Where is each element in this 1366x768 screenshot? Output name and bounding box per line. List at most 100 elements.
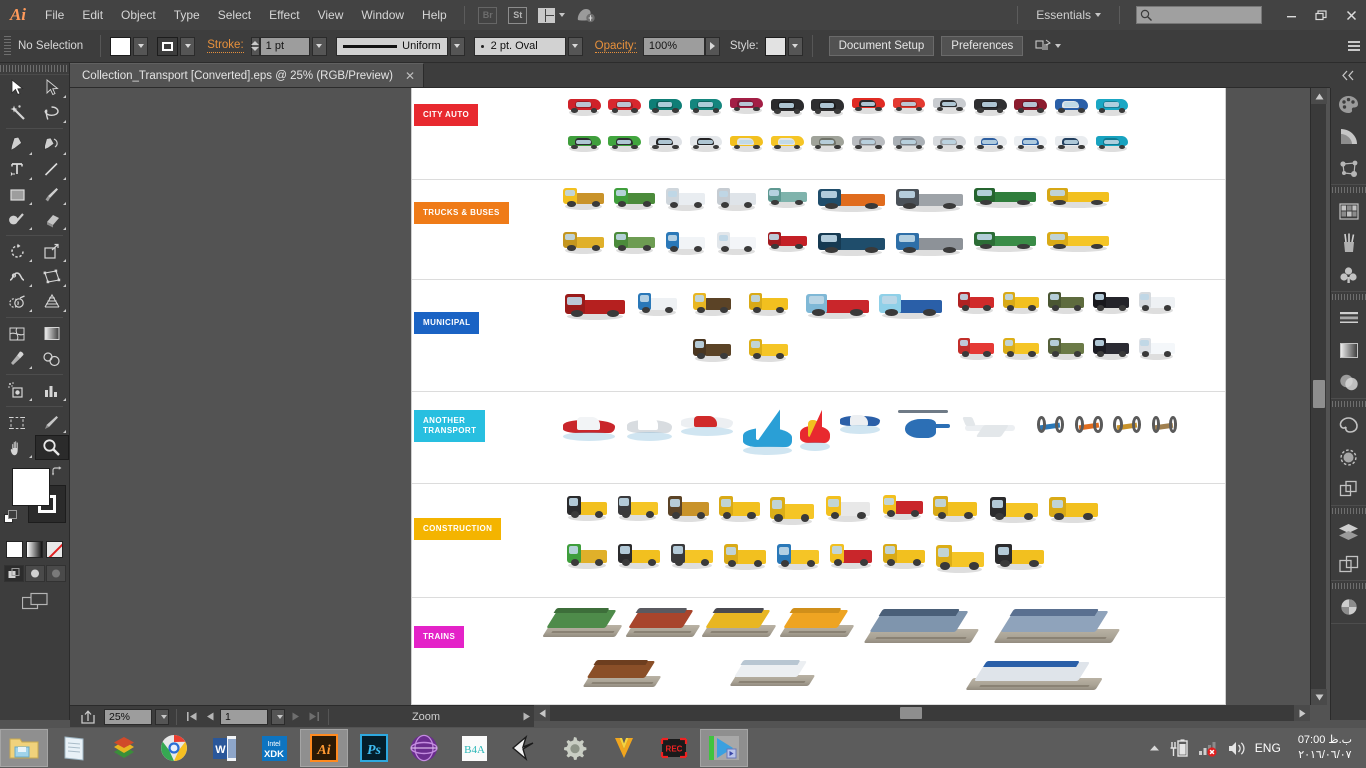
stroke-panel-icon[interactable] — [1331, 302, 1366, 334]
pen-tool[interactable] — [0, 132, 35, 157]
vehicle-car[interactable] — [1095, 96, 1129, 116]
vehicle-truck[interactable] — [670, 540, 714, 569]
menu-effect[interactable]: Effect — [260, 0, 308, 30]
vehicle-truck[interactable] — [935, 540, 984, 573]
taskbar-file-explorer[interactable] — [0, 729, 48, 767]
vehicle-train[interactable] — [863, 602, 980, 643]
vehicle-train[interactable] — [965, 654, 1103, 691]
category-label-trains[interactable]: TRAINS — [414, 626, 465, 648]
vehicle-car[interactable] — [811, 96, 845, 117]
vehicle-car[interactable] — [1014, 134, 1048, 153]
category-label-construction[interactable]: CONSTRUCTION — [414, 518, 502, 540]
gradient-button[interactable] — [26, 541, 43, 558]
clock[interactable]: 07:00 ب.ظ ٢٠١٦/٠٦/٠٧ — [1290, 733, 1360, 763]
scroll-up-button[interactable] — [1311, 88, 1327, 104]
first-artboard-button[interactable] — [184, 709, 199, 725]
taskbar-photoshop[interactable]: Ps — [350, 729, 398, 767]
vehicle-truck[interactable] — [749, 290, 788, 317]
vehicle-truck[interactable] — [818, 230, 885, 257]
document-setup-button[interactable]: Document Setup — [828, 36, 935, 56]
direct-selection-tool[interactable] — [35, 75, 70, 100]
close-button[interactable] — [1336, 2, 1366, 28]
draw-inside-button[interactable] — [45, 565, 66, 582]
brush-definition-dropdown[interactable] — [567, 36, 583, 56]
artboard-category-row[interactable]: TRAINS — [412, 598, 1225, 705]
vehicle-plane[interactable] — [961, 408, 1023, 442]
vehicle-boat[interactable] — [626, 408, 672, 441]
battery-icon[interactable] — [1169, 739, 1189, 757]
stroke-weight-dropdown[interactable] — [311, 36, 327, 56]
arrange-documents-button[interactable] — [535, 4, 569, 26]
toolbar-fill-swatch[interactable] — [12, 468, 50, 506]
vehicle-truck[interactable] — [1138, 336, 1175, 360]
previous-artboard-button[interactable] — [202, 709, 217, 725]
vehicle-truck[interactable] — [716, 230, 757, 255]
screen-mode-button[interactable] — [0, 584, 69, 610]
vehicle-train[interactable] — [542, 602, 624, 637]
tools-panel-grip[interactable] — [0, 63, 69, 75]
curvature-tool[interactable] — [35, 132, 70, 157]
next-artboard-button[interactable] — [288, 709, 303, 725]
stroke-dropdown[interactable] — [180, 36, 196, 56]
vehicle-truck[interactable] — [973, 230, 1036, 253]
vehicle-truck[interactable] — [1047, 186, 1110, 209]
taskbar-settings[interactable] — [550, 729, 598, 767]
vehicle-car[interactable] — [973, 134, 1007, 153]
vehicle-truck[interactable] — [1048, 336, 1085, 360]
vehicle-car[interactable] — [649, 96, 682, 116]
scroll-right-button[interactable] — [1294, 705, 1310, 721]
transparency-panel-icon[interactable] — [1331, 366, 1366, 398]
taskbar-media-player[interactable] — [700, 729, 748, 767]
vehicle-truck[interactable] — [896, 230, 963, 257]
vehicle-car[interactable] — [649, 134, 682, 153]
opacity-field[interactable]: 100% — [642, 36, 705, 56]
symbols-library-icon[interactable] — [1331, 259, 1366, 291]
vehicle-car[interactable] — [608, 96, 642, 116]
last-artboard-button[interactable] — [306, 709, 321, 725]
vehicle-car[interactable] — [892, 134, 926, 153]
eraser-tool[interactable] — [35, 207, 70, 232]
artboard-category-row[interactable]: ANOTHER TRANSPORT — [412, 392, 1225, 484]
search-input[interactable] — [1136, 6, 1262, 24]
mesh-tool[interactable] — [0, 321, 35, 346]
taskbar-basic4android[interactable]: B4A — [450, 729, 498, 767]
horizontal-scroll-thumb[interactable] — [900, 707, 922, 719]
layers-panel-icon[interactable] — [1331, 516, 1366, 548]
color-guide-panel-icon[interactable] — [1331, 120, 1366, 152]
line-segment-tool[interactable] — [35, 157, 70, 182]
horizontal-scrollbar[interactable] — [534, 705, 1310, 721]
vehicle-truck[interactable] — [617, 492, 659, 521]
scroll-down-button[interactable] — [1311, 689, 1327, 705]
taskbar-word[interactable]: W — [200, 729, 248, 767]
language-indicator[interactable]: ENG — [1255, 741, 1281, 755]
vehicle-sail[interactable] — [742, 408, 793, 456]
vehicle-truck[interactable] — [1138, 290, 1175, 314]
vehicle-truck[interactable] — [614, 186, 655, 210]
vehicle-truck[interactable] — [666, 186, 706, 211]
rectangle-tool[interactable] — [0, 182, 35, 207]
artboard-page[interactable]: CITY AUTO TRUCKS & BUSES MUNICIPAL ANOTHER T… — [412, 88, 1225, 705]
vehicle-truck[interactable] — [805, 290, 869, 319]
panel-collapse-button[interactable] — [1330, 63, 1366, 88]
eyedropper-tool[interactable] — [0, 346, 35, 371]
vehicle-truck[interactable] — [1093, 336, 1130, 360]
document-tab[interactable]: Collection_Transport [Converted].eps @ 2… — [70, 63, 425, 87]
vehicle-car[interactable] — [1055, 96, 1088, 116]
vehicle-truck[interactable] — [973, 186, 1036, 209]
vehicle-car[interactable] — [770, 134, 804, 153]
vehicle-truck[interactable] — [829, 540, 873, 569]
vehicle-sail[interactable] — [800, 408, 830, 452]
vehicle-car[interactable] — [933, 96, 966, 115]
category-label-municipal[interactable]: MUNICIPAL — [414, 312, 480, 334]
vehicle-truck[interactable] — [989, 492, 1039, 524]
vehicle-truck[interactable] — [776, 540, 820, 571]
show-hidden-icons-button[interactable] — [1149, 744, 1160, 752]
current-tool-indicator[interactable]: Zoom — [336, 711, 516, 723]
color-panel-icon[interactable] — [1331, 88, 1366, 120]
vehicle-car[interactable] — [730, 134, 763, 153]
none-button[interactable] — [46, 541, 63, 558]
vehicle-truck[interactable] — [563, 230, 604, 254]
free-transform-tool[interactable] — [35, 264, 70, 289]
vehicle-car[interactable] — [1095, 134, 1129, 153]
menu-type[interactable]: Type — [165, 0, 209, 30]
